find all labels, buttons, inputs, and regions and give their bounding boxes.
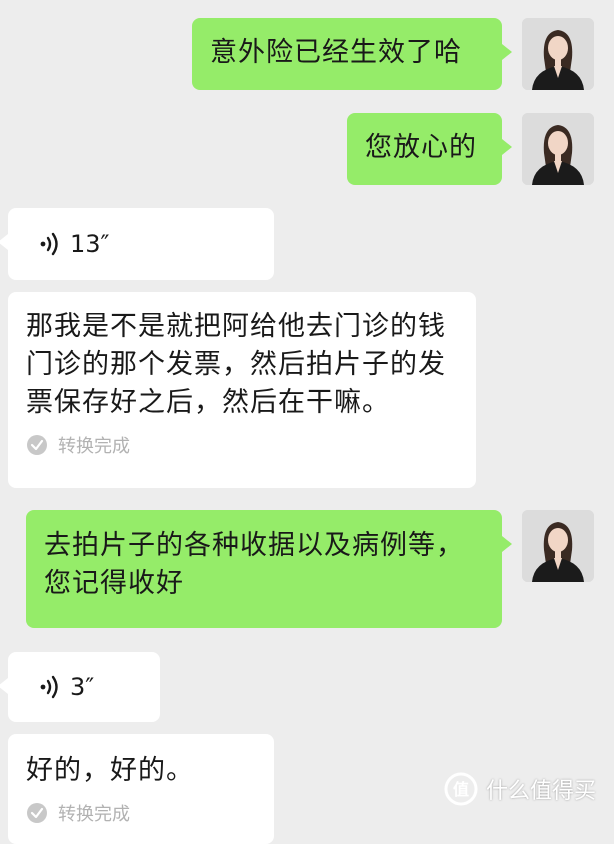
voice-duration: 13″ [70,230,110,258]
avatar-icon[interactable] [522,18,594,90]
message-text: 好的，好的。 [26,755,194,786]
message-text: 您放心的 [365,132,477,163]
status-text: 转换完成 [58,804,130,825]
transcription-status: 转换完成 [26,432,458,458]
watermark: 值 什么值得买 [444,772,596,806]
svg-text:值: 值 [453,780,469,799]
avatar-icon[interactable] [522,510,594,582]
message-text: 去拍片子的各种收据以及病例等，您记得收好 [44,530,464,599]
incoming-voice-bubble[interactable]: 13″ [0,208,274,280]
status-text: 转换完成 [58,436,130,457]
watermark-text: 什么值得买 [486,779,597,804]
message-text: 意外险已经生效了哈 [210,37,462,68]
smzdm-logo-icon: 值 [444,772,478,806]
check-circle-icon [27,803,47,823]
incoming-message-bubble[interactable]: 好的，好的。 转换完成 [8,734,274,844]
check-circle-icon [27,435,47,455]
transcription-status: 转换完成 [26,800,256,826]
voice-wave-icon [40,232,58,256]
message-text: 那我是不是就把阿给他去门诊的钱门诊的那个发票，然后拍片子的发票保存好之后，然后在… [26,311,446,418]
outgoing-message-bubble[interactable]: 意外险已经生效了哈 [192,18,512,90]
incoming-voice-bubble[interactable]: 3″ [0,652,160,722]
outgoing-message-bubble[interactable]: 您放心的 [347,113,512,185]
voice-duration: 3″ [70,673,95,701]
voice-wave-icon [40,675,58,699]
avatar-icon[interactable] [522,113,594,185]
incoming-message-bubble[interactable]: 那我是不是就把阿给他去门诊的钱门诊的那个发票，然后拍片子的发票保存好之后，然后在… [8,292,476,488]
outgoing-message-bubble[interactable]: 去拍片子的各种收据以及病例等，您记得收好 [26,510,512,628]
